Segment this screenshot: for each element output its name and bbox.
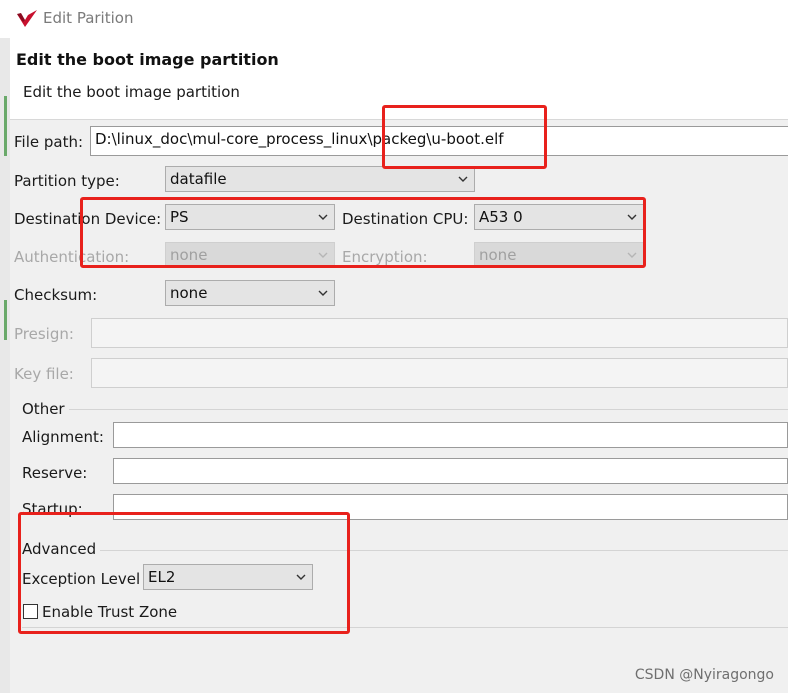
- reserve-input[interactable]: [113, 458, 788, 484]
- annotation-box-advanced: [18, 512, 350, 634]
- partition-type-label: Partition type:: [14, 172, 120, 190]
- alignment-input[interactable]: [113, 422, 788, 448]
- annotation-box-destination: [80, 197, 646, 268]
- presign-input: [91, 318, 788, 348]
- key-file-input: [91, 358, 788, 388]
- checksum-label: Checksum:: [14, 286, 98, 304]
- other-group-title: Other: [22, 400, 69, 418]
- key-file-label: Key file:: [14, 365, 74, 383]
- vivado-logo-icon: [17, 10, 37, 27]
- watermark: CSDN @Nyiragongo: [634, 667, 774, 683]
- annotation-box-file-path: [382, 105, 547, 169]
- chevron-down-icon: [458, 176, 468, 182]
- window-title: Edit Parition: [43, 9, 134, 27]
- strip-mark: [4, 300, 7, 340]
- reserve-label: Reserve:: [22, 464, 88, 482]
- alignment-label: Alignment:: [22, 428, 104, 446]
- edit-partition-dialog: Edit Parition Edit the boot image partit…: [0, 0, 788, 693]
- partition-type-select[interactable]: datafile: [165, 166, 475, 192]
- header-title: Edit the boot image partition: [16, 50, 279, 69]
- partition-type-value: datafile: [170, 170, 227, 188]
- chevron-down-icon: [318, 290, 328, 296]
- presign-label: Presign:: [14, 325, 74, 343]
- title-bar: Edit Parition: [0, 0, 788, 38]
- checksum-value: none: [170, 284, 208, 302]
- file-path-label: File path:: [14, 133, 84, 151]
- strip-mark: [4, 96, 7, 156]
- checksum-select[interactable]: none: [165, 280, 335, 306]
- header-description: Edit the boot image partition: [23, 83, 240, 101]
